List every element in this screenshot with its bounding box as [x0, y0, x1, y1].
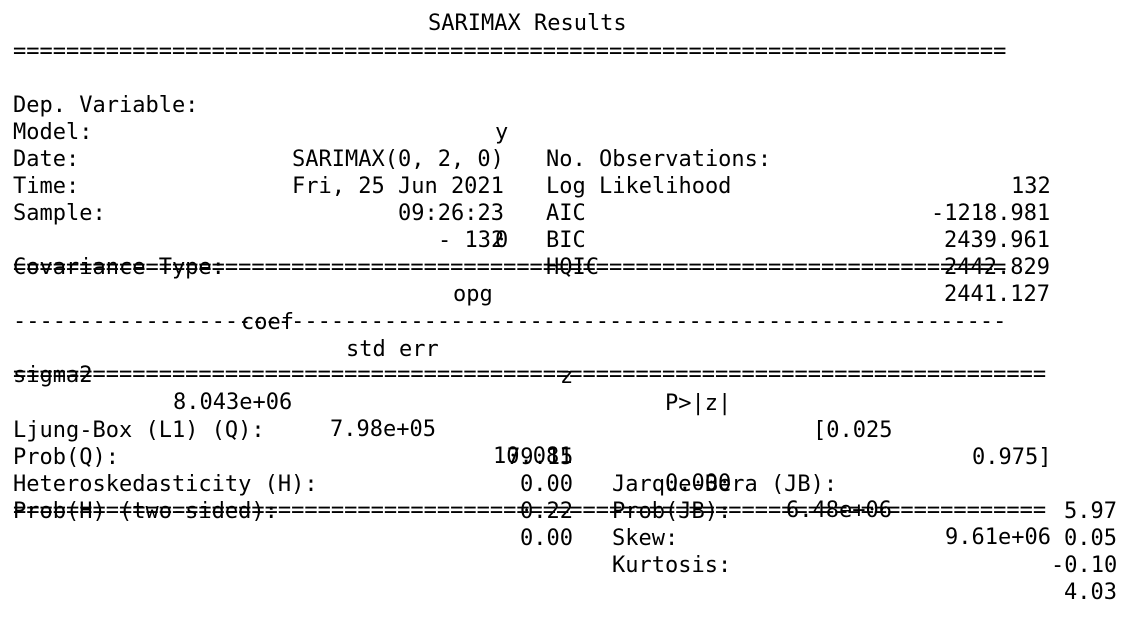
separator-diagnostics-top: ========================================… [13, 368, 1047, 382]
model-value: SARIMAX(0, 2, 0) [292, 147, 504, 172]
sample-end-value: - 132 [438, 228, 505, 253]
aic-label: AIC [546, 201, 586, 226]
ci-upper-header: 0.975] [972, 445, 1052, 470]
date-value: Fri, 25 Jun 2021 [292, 174, 504, 199]
diag-row-prob-h: Prob(H) (two-sided): 0.00 Kurtosis: 4.03 [13, 471, 1117, 605]
jarque-bera-value: 5.97 [1064, 499, 1117, 524]
nobs-value: 132 [1011, 174, 1051, 199]
prob-q-value: 0.00 [520, 472, 573, 497]
jarque-bera-label: Jarque-Bera (JB): [612, 472, 838, 497]
diag-row-prob-q: Prob(Q): 0.00 Prob(JB): 0.05 [13, 417, 1117, 551]
ci-lower-header: [0.025 [813, 418, 893, 443]
nobs-label: No. Observations: [546, 147, 772, 172]
results-title: SARIMAX Results [428, 11, 627, 36]
time-value: 09:26:23 [398, 201, 504, 226]
diag-row-ljung-box: Ljung-Box (L1) (Q): 79.15 Jarque-Bera (J… [13, 390, 1117, 524]
separator-top: ========================================… [13, 45, 1007, 59]
coef-table-header-row: coef std err z P>|z| [0.025 0.975] [13, 282, 1051, 470]
std-err-value: 7.98e+05 [330, 417, 436, 442]
coef-value: 8.043e+06 [173, 390, 293, 415]
covariance-type-value: opg [453, 282, 493, 307]
bic-label: BIC [546, 228, 586, 253]
separator-dash: ----------------------------------------… [13, 315, 1007, 329]
hqic-value: 2441.127 [944, 282, 1050, 307]
prob-jb-value: 0.05 [1064, 526, 1117, 551]
ci-upper-value: 9.61e+06 [945, 525, 1051, 550]
aic-value: 2439.961 [944, 228, 1050, 253]
std-err-header: std err [346, 337, 439, 362]
header-row-sample: Sample: 0 HQIC 2441.127 [13, 173, 1050, 307]
kurtosis-value: 4.03 [1064, 580, 1117, 605]
log-likelihood-label: Log Likelihood [546, 174, 732, 199]
diag-row-heteroskedasticity: Heteroskedasticity (H): 0.22 Skew: -0.10 [13, 444, 1117, 578]
separator-bottom: ========================================… [13, 504, 1047, 518]
skew-value: -0.10 [1051, 553, 1118, 578]
header-row-dep-variable: Dep. Variable: y No. Observations: 132 [13, 65, 1051, 199]
table-row: sigma2 8.043e+06 7.98e+05 10.081 0.000 6… [13, 335, 1051, 550]
separator-header-end: ========================================… [13, 261, 1007, 275]
prob-h-value: 0.00 [520, 526, 573, 551]
log-likelihood-value: -1218.981 [931, 201, 1051, 226]
dep-variable-value: y [495, 120, 509, 145]
header-row-time: Time: 09:26:23 BIC 2442.829 [13, 146, 1050, 280]
ljung-box-value: 79.15 [507, 445, 574, 470]
skew-label: Skew: [612, 526, 679, 551]
header-row-model: Model: SARIMAX(0, 2, 0) Log Likelihood -… [13, 92, 1050, 226]
p-value-header: P>|z| [665, 391, 732, 416]
header-row-sample-end: - 132 [13, 200, 504, 253]
header-row-covariance: Covariance Type: opg [13, 227, 493, 307]
header-row-date: Date: Fri, 25 Jun 2021 AIC 2439.961 [13, 119, 1050, 253]
kurtosis-label: Kurtosis: [612, 553, 732, 578]
